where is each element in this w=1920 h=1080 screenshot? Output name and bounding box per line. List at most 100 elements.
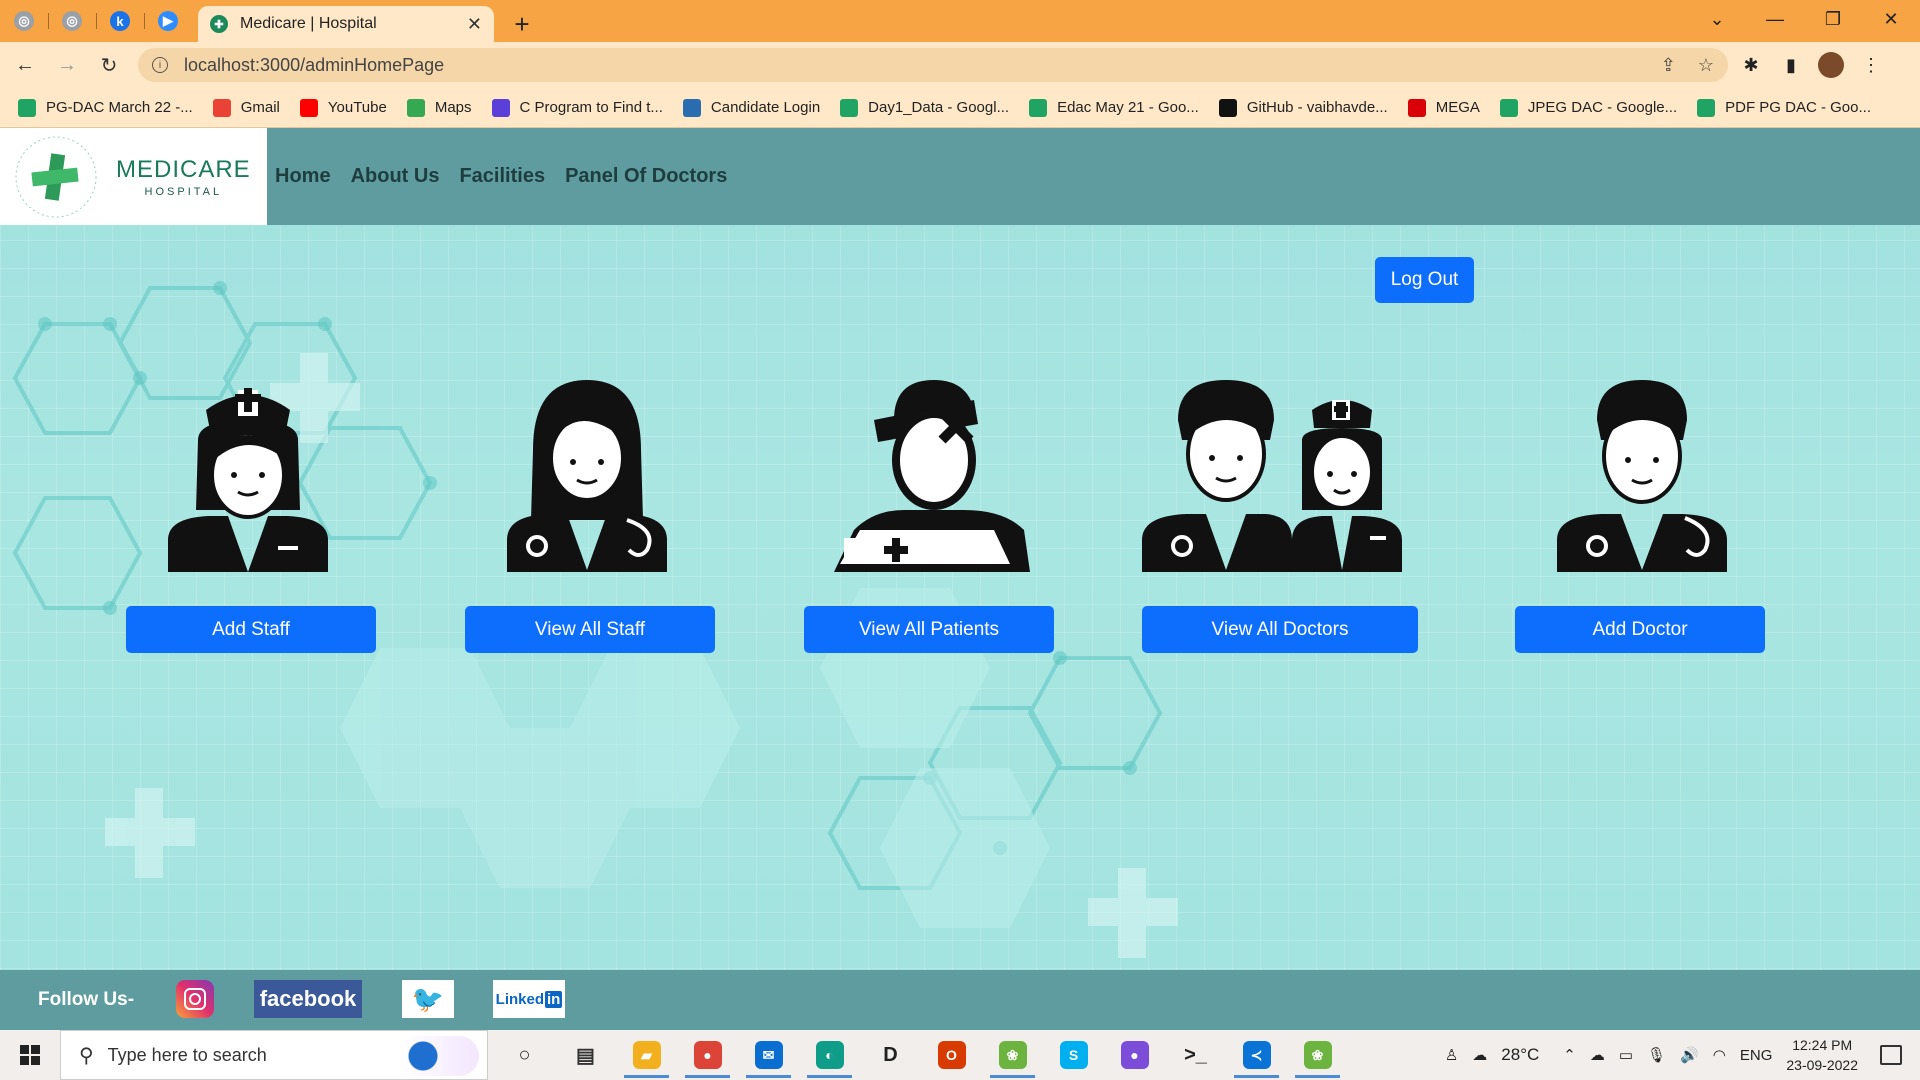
logout-button[interactable]: Log Out: [1375, 257, 1474, 303]
bookmark-item[interactable]: YouTube: [299, 98, 387, 117]
card-view-all-patients: [834, 380, 1030, 572]
bookmark-label: YouTube: [327, 99, 387, 116]
site-info-icon[interactable]: i: [152, 57, 168, 73]
bookmark-item[interactable]: PDF PG DAC - Goo...: [1697, 98, 1871, 117]
taskbar-app[interactable]: ≺: [1226, 1030, 1287, 1080]
bookmark-item[interactable]: MEGA: [1407, 98, 1480, 117]
bookmark-item[interactable]: GitHub - vaibhavde...: [1218, 98, 1388, 117]
taskbar-app[interactable]: ✉: [738, 1030, 799, 1080]
add-doctor-button[interactable]: Add Doctor: [1515, 606, 1765, 653]
google-drive-icon: [840, 98, 859, 117]
battery-icon[interactable]: ▭: [1619, 1046, 1633, 1064]
inactive-tab[interactable]: ◎: [0, 0, 48, 42]
instagram-icon[interactable]: [176, 980, 214, 1018]
view-all-staff-button[interactable]: View All Staff: [465, 606, 715, 653]
bookmark-item[interactable]: C Program to Find t...: [491, 98, 663, 117]
card-add-doctor: [1557, 380, 1727, 572]
volume-icon[interactable]: 🔊: [1680, 1046, 1699, 1064]
bookmark-item[interactable]: Candidate Login: [682, 98, 820, 117]
extensions-icon[interactable]: ✱: [1738, 55, 1764, 76]
address-bar-row: ← → ↻ i localhost:3000/adminHomePage ⇪ ☆…: [0, 42, 1920, 88]
microphone-icon[interactable]: 🎙: [1647, 1046, 1666, 1064]
bookmark-label: Gmail: [240, 99, 280, 116]
close-tab-icon[interactable]: ✕: [467, 14, 482, 35]
bookmark-item[interactable]: PG-DAC March 22 -...: [18, 98, 193, 117]
facebook-icon[interactable]: facebook: [254, 980, 362, 1018]
bookmark-star-icon[interactable]: ☆: [1698, 55, 1714, 76]
clock[interactable]: 12:24 PM 23-09-2022: [1786, 1035, 1858, 1075]
weather-icon[interactable]: ☁: [1472, 1046, 1487, 1064]
taskbar-app[interactable]: ▤: [555, 1030, 616, 1080]
taskbar-app[interactable]: ❀: [982, 1030, 1043, 1080]
close-window-icon[interactable]: ✕: [1862, 0, 1920, 38]
new-tab-button[interactable]: +: [502, 6, 542, 42]
bookmark-item[interactable]: Day1_Data - Googl...: [840, 98, 1010, 117]
minimize-icon[interactable]: —: [1746, 0, 1804, 38]
tab-search-icon[interactable]: ⌄: [1688, 0, 1746, 38]
bookmark-item[interactable]: JPEG DAC - Google...: [1499, 98, 1677, 117]
taskbar-app[interactable]: >_: [1165, 1030, 1226, 1080]
linkedin-icon[interactable]: Linked in: [493, 980, 565, 1018]
taskbar-app[interactable]: S: [1043, 1030, 1104, 1080]
site-footer: Follow Us- facebook 🐦 Linked in: [0, 970, 1920, 1030]
taskbar-app[interactable]: ❀: [1287, 1030, 1348, 1080]
restore-icon[interactable]: ❐: [1804, 0, 1862, 38]
share-icon[interactable]: ⇪: [1661, 55, 1676, 76]
google-drive-icon: [18, 98, 36, 117]
maps-icon: [406, 98, 425, 117]
inactive-tab[interactable]: k: [96, 0, 144, 42]
url-text[interactable]: localhost:3000/adminHomePage: [184, 55, 1639, 76]
edge-icon: ◐: [815, 1041, 844, 1069]
side-panel-icon[interactable]: ▮: [1778, 55, 1804, 76]
menu-kebab-icon[interactable]: ⋮: [1858, 55, 1884, 76]
twitter-icon[interactable]: 🐦: [402, 980, 454, 1018]
nav-link-about-us[interactable]: About Us: [351, 165, 440, 188]
language-indicator[interactable]: ENG: [1740, 1047, 1773, 1064]
gmail-icon: [212, 98, 231, 117]
add-staff-button[interactable]: Add Staff: [126, 606, 376, 653]
people-icon[interactable]: ♙: [1445, 1046, 1458, 1064]
wifi-icon[interactable]: ◠: [1713, 1046, 1726, 1064]
nav-link-panel-of-doctors[interactable]: Panel Of Doctors: [565, 165, 727, 188]
taskbar-app[interactable]: ◐: [799, 1030, 860, 1080]
browser-tab-strip: ◎ ◎ k ▶ ✚ Medicare | Hospital ✕ + ⌄ — ❐ ✕: [0, 0, 1920, 42]
weather-temp[interactable]: 28°C: [1501, 1045, 1539, 1065]
chrome-icon: ●: [693, 1041, 722, 1069]
clock-date: 23-09-2022: [1786, 1057, 1858, 1073]
taskbar-app[interactable]: O: [921, 1030, 982, 1080]
view-all-doctors-button[interactable]: View All Doctors: [1142, 606, 1418, 653]
forward-icon[interactable]: →: [50, 48, 84, 82]
hospital-logo[interactable]: MEDICARE HOSPITAL: [0, 128, 267, 225]
taskbar-app[interactable]: ●: [1104, 1030, 1165, 1080]
bookmark-label: Day1_Data - Googl...: [868, 99, 1010, 116]
reload-icon[interactable]: ↻: [92, 48, 126, 82]
logo-subtitle: HOSPITAL: [144, 185, 223, 198]
start-button[interactable]: [0, 1030, 60, 1080]
taskbar-app[interactable]: ○: [494, 1030, 555, 1080]
inactive-tab[interactable]: ▶: [144, 0, 192, 42]
nav-link-facilities[interactable]: Facilities: [459, 165, 545, 188]
bookmark-item[interactable]: Maps: [406, 98, 472, 117]
onedrive-icon[interactable]: ☁: [1590, 1046, 1605, 1064]
bookmark-item[interactable]: Edac May 21 - Goo...: [1029, 98, 1199, 117]
card-add-staff: [168, 380, 328, 572]
taskbar-app[interactable]: ▰: [616, 1030, 677, 1080]
nav-link-home[interactable]: Home: [275, 165, 331, 188]
window-controls: ⌄ — ❐ ✕: [1688, 0, 1920, 42]
globe-icon: ◎: [62, 11, 82, 31]
notification-icon[interactable]: [1880, 1045, 1902, 1065]
patient-icon: [834, 380, 1030, 572]
chevron-up-icon[interactable]: ⌃: [1563, 1046, 1576, 1064]
active-tab[interactable]: ✚ Medicare | Hospital ✕: [198, 6, 494, 42]
spring-tool-icon: ❀: [998, 1041, 1027, 1069]
back-icon[interactable]: ←: [8, 48, 42, 82]
search-highlight-image: [399, 1036, 479, 1076]
bookmark-item[interactable]: Gmail: [212, 98, 280, 117]
omnibox[interactable]: i localhost:3000/adminHomePage ⇪ ☆: [138, 48, 1728, 82]
profile-avatar[interactable]: [1818, 52, 1844, 78]
inactive-tab[interactable]: ◎: [48, 0, 96, 42]
taskbar-app[interactable]: D: [860, 1030, 921, 1080]
view-all-patients-button[interactable]: View All Patients: [804, 606, 1054, 653]
taskbar-app[interactable]: ●: [677, 1030, 738, 1080]
taskbar-search[interactable]: ⚲ Type here to search: [60, 1030, 488, 1080]
